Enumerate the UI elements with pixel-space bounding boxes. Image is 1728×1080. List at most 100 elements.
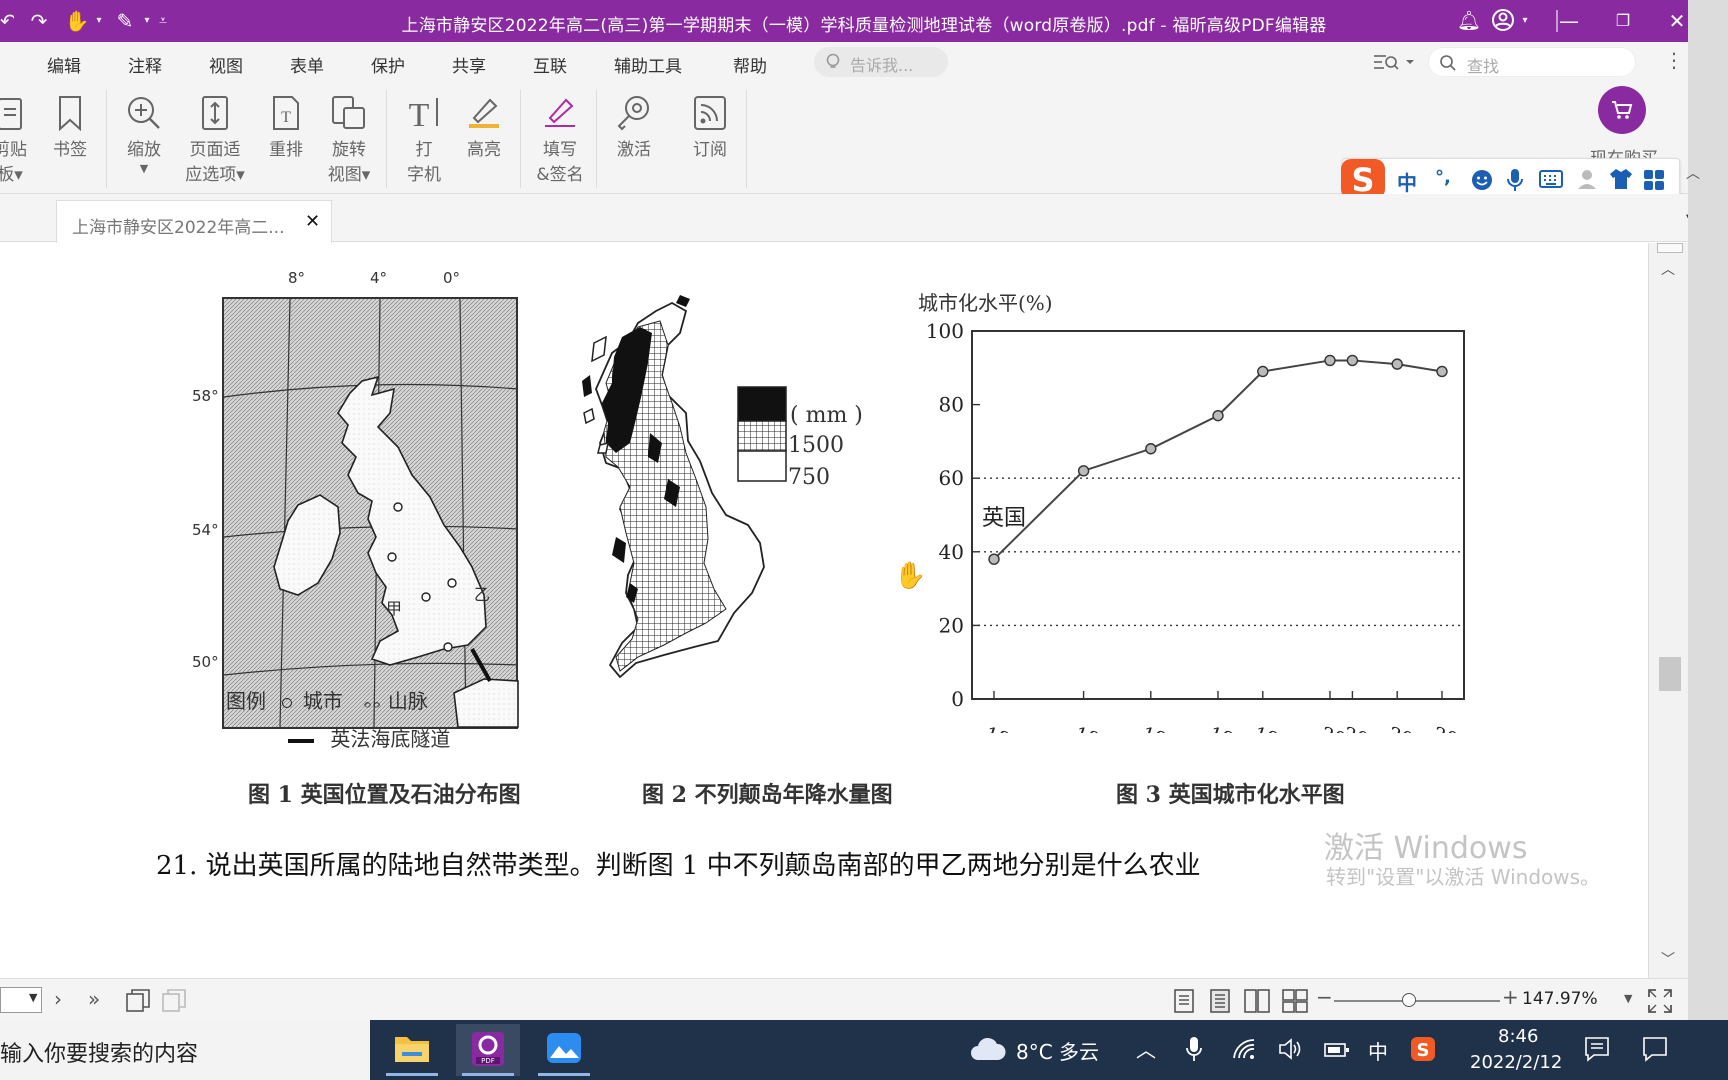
chevron-down-icon[interactable]: ▾ <box>1512 8 1538 34</box>
continuous-view-icon[interactable] <box>1208 989 1232 1013</box>
menu-view[interactable]: 视图 <box>209 52 243 77</box>
keyboard-icon[interactable] <box>1539 170 1563 188</box>
zoom-slider-track[interactable] <box>1334 1000 1500 1002</box>
next-page-icon[interactable]: › <box>54 987 62 1011</box>
toolbox-grid-icon[interactable] <box>1643 169 1665 191</box>
page-number-input[interactable]: ▼ <box>0 987 42 1013</box>
zoom-in-icon <box>122 88 166 138</box>
minimize-icon[interactable]: — <box>1556 8 1582 34</box>
cloud-weather-icon[interactable] <box>970 1036 1006 1062</box>
ime-lang-toggle[interactable]: 中 <box>1397 167 1417 196</box>
figure3-caption: 图 3 英国城市化水平图 <box>1116 782 1345 808</box>
menu-protect[interactable]: 保护 <box>371 52 405 77</box>
wifi-icon[interactable] <box>1232 1038 1256 1060</box>
y-tick-label: 60 <box>939 466 964 490</box>
close-tab-icon[interactable]: ✕ <box>305 211 320 232</box>
rotate-view-button[interactable]: 旋转 视图▾ <box>322 88 376 188</box>
document-page: 8° 4° 0° 58° 54° 50° 甲 乙 图例 城市 ᨔᨔ 山脉 英法海… <box>0 243 1648 980</box>
svg-text:PDF: PDF <box>481 1057 495 1065</box>
chevron-down-icon[interactable]: ▼ <box>1624 992 1632 1005</box>
activate-button[interactable]: 激活 <box>612 88 656 163</box>
taskbar-file-explorer[interactable] <box>380 1024 444 1076</box>
menu-accessibility[interactable]: 辅助工具 <box>614 52 682 77</box>
activation-watermark-text: 转到"设置"以激活 Windows。 <box>1326 865 1601 889</box>
clipboard-button[interactable]: 剪贴 板▾ <box>0 88 30 188</box>
menu-connect[interactable]: 互联 <box>533 52 567 77</box>
menu-edit[interactable]: 编辑 <box>47 52 81 77</box>
chart-ylabel: 城市化水平(%) <box>918 291 1053 315</box>
key-icon <box>612 88 656 138</box>
notification-icon[interactable] <box>1584 1036 1610 1062</box>
find-placeholder: 查找 <box>1467 57 1500 76</box>
buy-now-button[interactable] <box>1598 86 1646 134</box>
reflow-button[interactable]: T 重排 <box>264 88 308 163</box>
legend-title: 图例 <box>226 689 266 713</box>
zoom-button[interactable]: 缩放 ▼ <box>122 88 166 175</box>
highlight-button[interactable]: 高亮 <box>462 88 506 163</box>
bookmark-button[interactable]: 书签 <box>48 88 92 163</box>
zoom-level[interactable]: 147.97% <box>1522 989 1598 1009</box>
ime-punct-toggle[interactable]: °, <box>1435 167 1451 188</box>
chevron-down-icon: ▼ <box>29 991 38 1004</box>
x-tick-label: 2030 <box>1386 723 1439 733</box>
tell-me-box[interactable]: 告诉我... <box>814 47 948 77</box>
divider <box>746 90 747 188</box>
close-icon[interactable]: ✕ <box>1664 8 1690 34</box>
menu-comment[interactable]: 注释 <box>128 52 162 77</box>
divider <box>596 90 597 188</box>
svg-text:T: T <box>281 109 291 126</box>
sogou-tray-icon[interactable]: S <box>1410 1036 1436 1062</box>
subscribe-button[interactable]: 订阅 <box>688 88 732 163</box>
restore-icon[interactable]: ❐ <box>1610 8 1636 34</box>
more-options-icon[interactable]: ⋮ <box>1664 48 1684 72</box>
city-symbol-icon <box>282 698 293 708</box>
single-page-view-icon[interactable] <box>1172 989 1196 1013</box>
menu-share[interactable]: 共享 <box>452 52 486 77</box>
fullscreen-icon[interactable] <box>1648 989 1672 1013</box>
fit-page-button[interactable]: 页面适 应选项▾ <box>178 88 252 188</box>
ribbon-collapse-icon[interactable]: ︿ <box>1686 163 1700 183</box>
scroll-up-icon[interactable]: ︿ <box>1661 259 1675 279</box>
fill-sign-button[interactable]: 填写 &签名 <box>534 88 586 188</box>
volume-icon[interactable] <box>1278 1038 1302 1060</box>
vertical-scrollbar[interactable]: ︿ ﹀ <box>1648 243 1688 978</box>
zoom-slider-thumb[interactable] <box>1401 993 1416 1007</box>
weather-text[interactable]: 8°C 多云 <box>1016 1036 1099 1065</box>
lon-label: 8° <box>288 269 306 287</box>
menu-form[interactable]: 表单 <box>290 52 324 77</box>
microphone-icon[interactable] <box>1186 1036 1202 1062</box>
zoom-in-icon[interactable]: + <box>1502 985 1519 1009</box>
skin-shirt-icon[interactable] <box>1609 168 1633 190</box>
scroll-down-icon[interactable]: ﹀ <box>1661 949 1675 969</box>
extract-page-icon[interactable] <box>162 989 188 1013</box>
taskbar-foxit-pdf[interactable]: PDF <box>456 1024 520 1076</box>
facing-view-icon[interactable] <box>1244 989 1270 1013</box>
copy-page-icon[interactable] <box>126 989 152 1013</box>
menu-help[interactable]: 帮助 <box>733 52 767 77</box>
zoom-out-icon[interactable]: − <box>1316 985 1333 1009</box>
user-icon[interactable] <box>1577 168 1597 190</box>
search-mode-icon[interactable] <box>1372 50 1416 74</box>
find-input[interactable]: 查找 <box>1428 47 1636 77</box>
microphone-icon[interactable] <box>1507 168 1523 192</box>
emoji-icon[interactable] <box>1471 169 1493 191</box>
clock-date[interactable]: 2022/2/12 <box>1470 1052 1562 1073</box>
tray-overflow-chevron-icon[interactable]: ︿ <box>1136 1034 1156 1063</box>
highlighter-icon <box>462 88 506 138</box>
lightbulb-icon <box>826 53 840 68</box>
mountain-symbol-icon: ᨔᨔ <box>363 697 382 712</box>
scroll-thumb[interactable] <box>1659 657 1681 691</box>
last-page-icon[interactable]: » <box>88 987 100 1011</box>
ime-indicator[interactable]: 中 <box>1368 1036 1388 1065</box>
x-tick-label: 2010 <box>1341 723 1394 733</box>
document-tab[interactable]: 上海市静安区2022年高二... ✕ <box>56 200 332 243</box>
action-center-icon[interactable] <box>1642 1036 1668 1062</box>
taskbar-photos-app[interactable] <box>532 1024 596 1076</box>
legend-city: 城市 <box>302 689 343 713</box>
typewriter-button[interactable]: T 打 字机 <box>402 88 446 188</box>
bell-icon[interactable]: 🔔︎ <box>1456 8 1482 34</box>
taskbar-search-box[interactable]: 输入你要搜索的内容 <box>0 1020 370 1080</box>
clock-time[interactable]: 8:46 <box>1498 1026 1538 1047</box>
continuous-facing-view-icon[interactable] <box>1282 989 1308 1013</box>
battery-icon[interactable] <box>1324 1040 1350 1060</box>
